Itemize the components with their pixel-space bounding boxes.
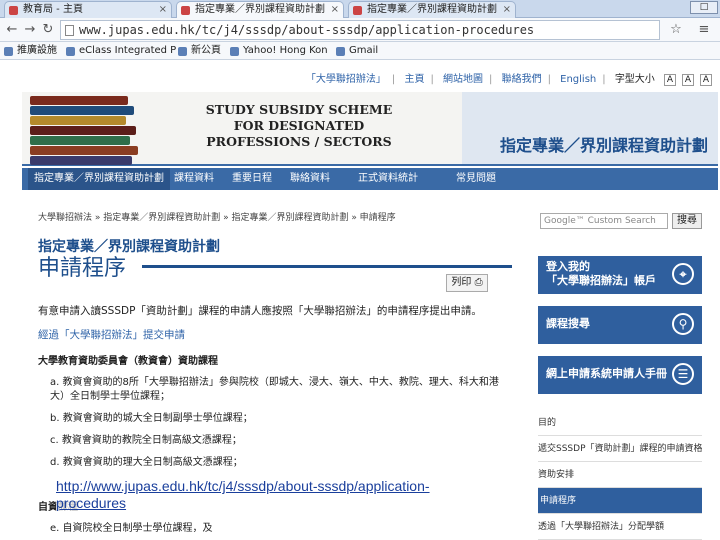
close-icon[interactable]: ×: [331, 2, 339, 18]
separator: |: [547, 74, 551, 85]
nav-item-faq[interactable]: 常見問題: [450, 168, 502, 190]
bookmark-label: 新公頁: [191, 45, 221, 56]
page-icon: [65, 25, 74, 36]
banner-title-zh: 指定專業／界別課程資助計劃: [499, 136, 708, 155]
separator: |: [430, 74, 434, 85]
sidebar-item-application[interactable]: 申請程序: [538, 488, 702, 514]
bookmark-icon: [66, 47, 75, 56]
nav-item-statistics[interactable]: 正式資料統計: [352, 168, 424, 190]
ugc-list: a. 教資會資助的8所「大學聯招辦法」參與院校（即城大、浸大、嶺大、中大、教院、…: [50, 376, 510, 478]
separator: |: [391, 74, 396, 85]
sidebar-item-purpose[interactable]: 目的: [538, 410, 702, 436]
url-input[interactable]: www.jupas.edu.hk/tc/j4/sssdp/about-sssdp…: [60, 20, 660, 40]
url-caption-overlay[interactable]: http://www.jupas.edu.hk/tc/j4/sssdp/abou…: [56, 478, 430, 512]
sidebar-item-subsidy[interactable]: 資助安排: [538, 462, 702, 488]
font-size-medium[interactable]: A: [682, 74, 694, 86]
nav-item-dates[interactable]: 重要日程: [226, 168, 278, 190]
page-heading: 申請程序: [38, 256, 127, 281]
favicon-icon: [9, 6, 18, 15]
mouse-icon: ⌖: [672, 263, 694, 285]
banner-title-en: STUDY SUBSIDY SCHEME FOR DESIGNATED PROF…: [205, 102, 393, 149]
bookmark-icon: [336, 47, 345, 56]
search-input[interactable]: Google™ Custom Search: [540, 213, 668, 229]
top-links: 「大學聯招辦法」 | 主頁 | 網站地圖 | 聯絡我們 | English | 字型大小 …: [300, 70, 712, 86]
self-financed-item: e. 自資院校全日制學士學位課程，及: [50, 523, 213, 534]
bookmark-item[interactable]: 新公頁: [178, 44, 221, 58]
bookmark-item[interactable]: eClass Integrated P: [66, 44, 176, 58]
address-bar: ← → ↻ www.jupas.edu.hk/tc/j4/sssdp/about…: [0, 18, 720, 42]
web-page: 「大學聯招辦法」 | 主頁 | 網站地圖 | 聯絡我們 | English | 字型大小 …: [0, 60, 720, 540]
programme-search-button[interactable]: 課程搜尋 ⚲: [538, 306, 702, 344]
nav-item-programmes[interactable]: 課程資料: [168, 168, 220, 190]
list-item: b. 教資會資助的城大全日制副學士學位課程；: [50, 413, 253, 424]
bookmark-icon: [4, 47, 13, 56]
tab-sssdp-active[interactable]: 指定專業／界別課程資助計劃 ×: [176, 1, 344, 18]
top-link-jupas[interactable]: 「大學聯招辦法」: [306, 74, 386, 85]
search-button[interactable]: 搜尋: [672, 213, 702, 229]
heading-rule: [142, 265, 512, 268]
font-size-label: 字型大小: [614, 74, 655, 85]
favicon-icon: [353, 6, 362, 15]
top-link-home[interactable]: 主頁: [404, 74, 424, 85]
list-item: c. 教資會資助的教院全日制高級文憑課程；: [50, 435, 242, 446]
menu-icon[interactable]: ≡: [696, 22, 712, 38]
top-link-contact[interactable]: 聯絡我們: [502, 74, 542, 85]
font-size-small[interactable]: A: [664, 74, 676, 86]
breadcrumb[interactable]: 大學聯招辦法 » 指定專業／界別課程資助計劃 » 指定專業／界別課程資助計劃 »…: [38, 210, 396, 223]
bookmark-item[interactable]: Yahoo! Hong Kon: [230, 44, 328, 58]
close-icon[interactable]: ×: [159, 2, 167, 18]
top-link-sitemap[interactable]: 網站地圖: [443, 74, 483, 85]
tab-label: 指定專業／界別課程資助計劃: [367, 4, 497, 15]
list-item: a. 教資會資助的8所「大學聯招辦法」參與院校（即城大、浸大、嶺大、中大、教院、…: [50, 377, 499, 402]
site-banner: STUDY SUBSIDY SCHEME FOR DESIGNATED PROF…: [22, 92, 718, 166]
tab-edb[interactable]: 教育局 - 主頁 ×: [4, 1, 172, 18]
bookmark-icon: [178, 47, 187, 56]
applicant-handbook-button[interactable]: 網上申請系統申請人手冊 ☰: [538, 356, 702, 394]
list-item: d. 教資會資助的理大全日制高級文憑課程；: [50, 457, 243, 468]
books-image: [30, 94, 150, 165]
star-icon[interactable]: ☆: [668, 22, 684, 38]
top-link-english[interactable]: English: [560, 74, 596, 85]
close-icon[interactable]: ×: [503, 2, 511, 18]
font-size-large[interactable]: A: [700, 74, 712, 86]
nav-item-scheme[interactable]: 指定專業／界別課程資助計劃: [28, 168, 170, 190]
url-text: www.jupas.edu.hk/tc/j4/sssdp/about-sssdp…: [79, 23, 535, 37]
tab-label: 教育局 - 主頁: [23, 4, 83, 15]
window-control[interactable]: □: [690, 1, 718, 14]
bookmark-label: Yahoo! Hong Kon: [243, 45, 328, 56]
sidebar-item-eligibility[interactable]: 遞交SSSDP「資助計劃」課程的申請資格: [538, 436, 702, 462]
magnifier-icon: ⚲: [672, 313, 694, 335]
tab-sssdp[interactable]: 指定專業／界別課程資助計劃 ×: [348, 1, 516, 18]
book-icon: ☰: [672, 363, 694, 385]
separator: |: [489, 74, 493, 85]
tab-bar: 教育局 - 主頁 × 指定專業／界別課程資助計劃 × 指定專業／界別課程資助計劃…: [0, 0, 720, 18]
separator: |: [602, 74, 606, 85]
reload-icon[interactable]: ↻: [40, 22, 56, 38]
bookmark-icon: [230, 47, 239, 56]
print-button[interactable]: 列印 ⎙: [446, 274, 488, 292]
section-ugc: 大學教育資助委員會（教資會）資助課程: [38, 356, 218, 367]
forward-icon[interactable]: →: [22, 22, 38, 38]
bookmark-label: eClass Integrated P: [79, 45, 177, 56]
url-caption-line2: procedures: [56, 495, 127, 511]
intro-paragraph: 有意申請入讀SSSDP「資助計劃」課程的申請人應按照「大學聯招辦法」的申請程序提…: [38, 305, 482, 317]
nav-item-contact[interactable]: 聯絡資料: [284, 168, 336, 190]
sidebar-item-allocation[interactable]: 透過「大學聯招辦法」分配學額: [538, 514, 702, 540]
bookmark-label: Gmail: [349, 45, 379, 56]
tab-label: 指定專業／界別課程資助計劃: [195, 4, 325, 15]
sidebar-links: 目的 遞交SSSDP「資助計劃」課程的申請資格 資助安排 申請程序 透過「大學聯…: [538, 410, 702, 540]
url-caption-line1: http://www.jupas.edu.hk/tc/j4/sssdp/abou…: [56, 478, 430, 494]
print-label: 列印: [451, 277, 472, 288]
bookmarks-bar: 推廣設施 eClass Integrated P 新公頁 Yahoo! Hong…: [0, 42, 720, 60]
back-icon[interactable]: ←: [4, 22, 20, 38]
login-account-button[interactable]: 登入我的 「大學聯招辦法」帳戶 ⌖: [538, 256, 702, 294]
bookmark-item[interactable]: 推廣設施: [4, 44, 57, 58]
favicon-icon: [181, 6, 190, 15]
via-jupas-link[interactable]: 經過「大學聯招辦法」提交申請: [38, 328, 508, 342]
bookmark-label: 推廣設施: [17, 45, 57, 56]
main-nav: 指定專業／界別課程資助計劃 課程資料 重要日程 聯絡資料 正式資料統計 常見問題: [22, 168, 718, 190]
bookmark-item[interactable]: Gmail: [336, 44, 378, 58]
